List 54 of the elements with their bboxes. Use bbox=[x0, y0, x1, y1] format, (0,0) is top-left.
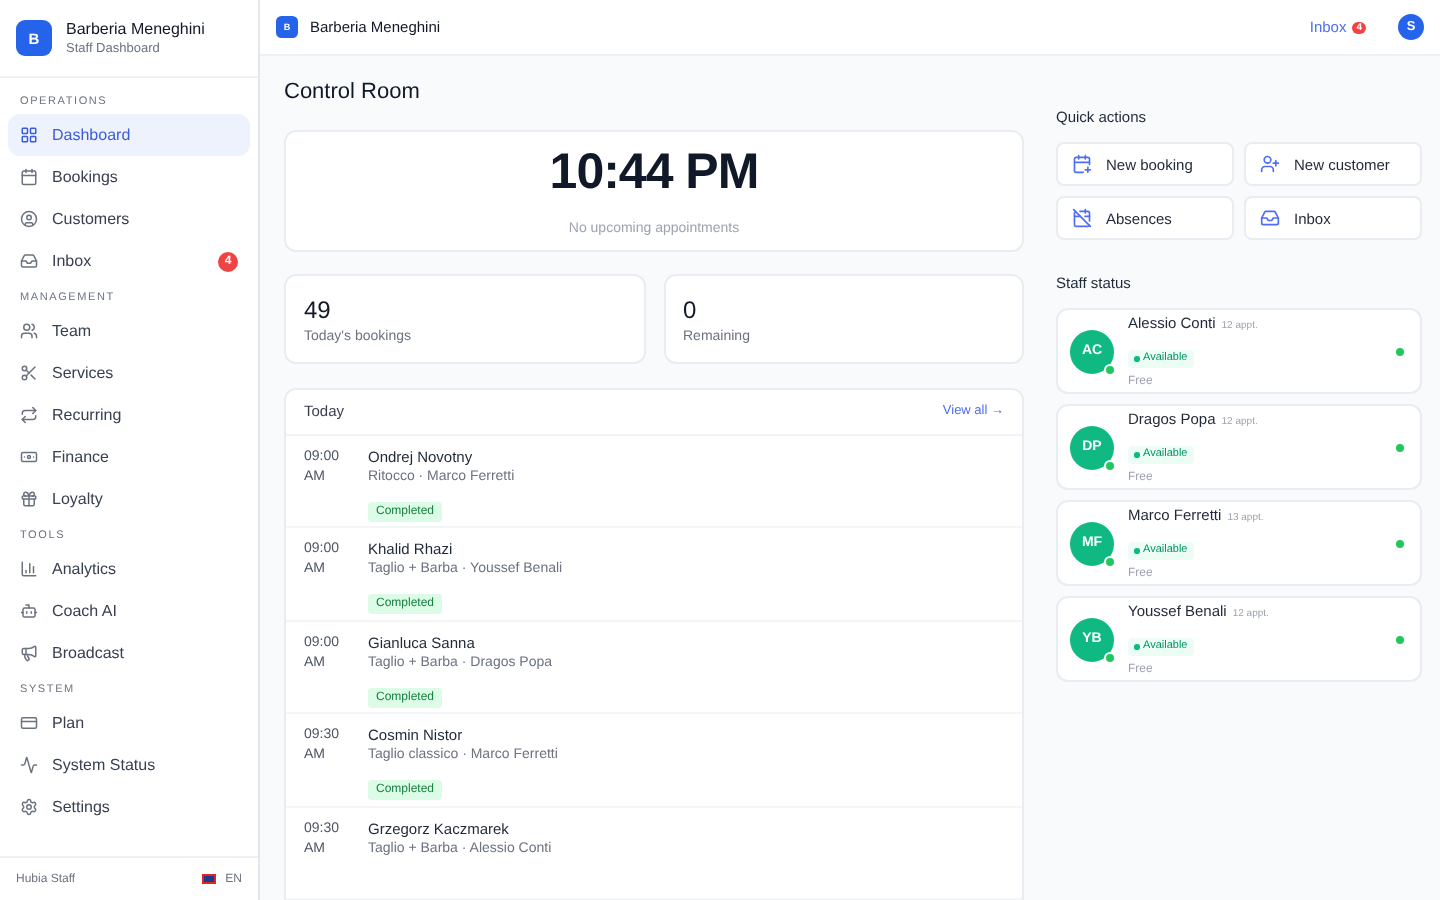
nav-item[interactable]: Team bbox=[8, 310, 250, 352]
settings-icon bbox=[20, 798, 38, 816]
nav-label: Plan bbox=[52, 714, 85, 732]
nav-item[interactable]: Bookings bbox=[8, 156, 250, 198]
nav-label: Services bbox=[52, 364, 114, 382]
nav-item[interactable]: Dashboard bbox=[8, 114, 250, 156]
nav-label: System Status bbox=[52, 756, 156, 774]
nav-label: Inbox bbox=[52, 252, 92, 270]
nav-label: Settings bbox=[52, 798, 110, 816]
pulse-icon bbox=[20, 756, 38, 774]
nav-label: Recurring bbox=[52, 406, 122, 424]
nav-label: Loyalty bbox=[52, 490, 103, 508]
calendar-icon bbox=[20, 168, 38, 186]
nav-label: Finance bbox=[52, 448, 109, 466]
page-title: Control Room bbox=[284, 80, 422, 104]
card-icon bbox=[20, 714, 38, 732]
calendar-off-icon bbox=[1072, 208, 1092, 228]
nav-label: Analytics bbox=[52, 560, 117, 578]
nav-item[interactable]: Settings bbox=[8, 786, 250, 828]
nav-label: Coach AI bbox=[52, 602, 117, 620]
nav-item[interactable]: Customers bbox=[8, 198, 250, 240]
user-plus-icon bbox=[1260, 154, 1280, 174]
nav-item[interactable]: Analytics bbox=[8, 548, 250, 590]
gift-icon bbox=[20, 490, 38, 508]
inbox-icon bbox=[20, 252, 38, 270]
clock-time: 10:44 PM bbox=[549, 144, 759, 203]
nav-label: Bookings bbox=[52, 168, 118, 186]
nav-label: Customers bbox=[52, 210, 130, 228]
user-circle-icon bbox=[20, 210, 38, 228]
robot-icon bbox=[20, 602, 38, 620]
people-icon bbox=[20, 322, 38, 340]
megaphone-icon bbox=[20, 644, 38, 662]
stat-value: 49 bbox=[304, 295, 333, 323]
inbox-icon bbox=[1260, 208, 1280, 228]
nav-item[interactable]: Services bbox=[8, 352, 250, 394]
nav-item[interactable]: Finance bbox=[8, 436, 250, 478]
nav-item[interactable]: Loyalty bbox=[8, 478, 250, 520]
nav-item[interactable]: Broadcast bbox=[8, 632, 250, 674]
flag-icon bbox=[201, 874, 216, 884]
banknote-icon bbox=[20, 448, 38, 466]
nav-label: Team bbox=[52, 322, 92, 340]
grid-icon bbox=[20, 126, 38, 144]
stat-value: 0 bbox=[683, 295, 699, 323]
brand-name: Barberia Meneghini bbox=[66, 20, 205, 38]
scissors-icon bbox=[20, 364, 38, 382]
nav-label: Dashboard bbox=[52, 126, 131, 144]
calendar-plus-icon bbox=[1072, 154, 1092, 174]
repeat-icon bbox=[20, 406, 38, 424]
nav-item[interactable]: System Status bbox=[8, 744, 250, 786]
nav-item[interactable]: Plan bbox=[8, 702, 250, 744]
nav-item[interactable]: Recurring bbox=[8, 394, 250, 436]
nav-label: Broadcast bbox=[52, 644, 125, 662]
nav-item[interactable]: Coach AI bbox=[8, 590, 250, 632]
bar-chart-icon bbox=[20, 560, 38, 578]
